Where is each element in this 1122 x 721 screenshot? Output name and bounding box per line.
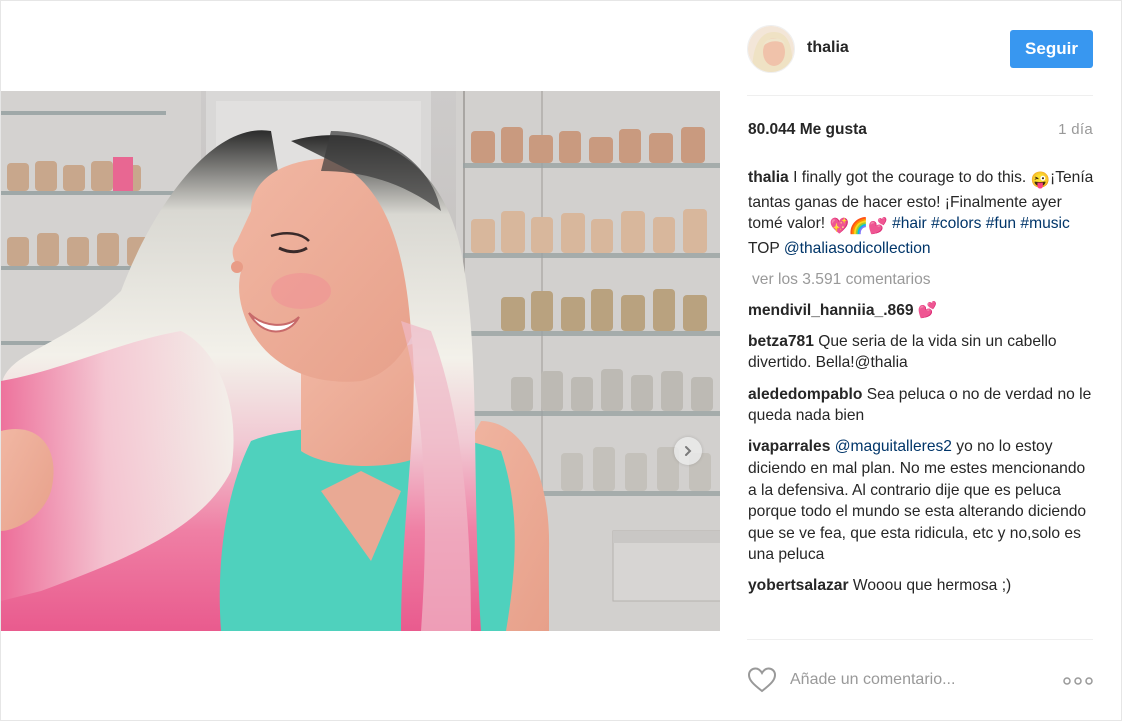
chevron-right-icon <box>682 445 694 457</box>
comment-item: betza781 Que seria de la vida sin un cab… <box>748 331 1098 374</box>
comment-text: 💕 <box>913 301 938 319</box>
caption-text-1: I finally got the courage to do this. <box>788 169 1031 186</box>
comment-username[interactable]: yobertsalazar <box>748 577 849 594</box>
comment-username[interactable]: alededompablo <box>748 386 862 403</box>
post-header: thalia Seguir <box>721 1 1122 96</box>
view-all-comments[interactable]: ver los 3.591 comentarios <box>748 269 1098 291</box>
post-photo[interactable] <box>1 91 720 631</box>
caption: thalia I finally got the courage to do t… <box>748 167 1098 259</box>
post-card: thalia Seguir 80.044 Me gusta 1 día thal… <box>0 0 1122 721</box>
avatar[interactable] <box>747 25 795 73</box>
mention-link[interactable]: @thaliasodicollection <box>784 240 931 257</box>
comment-item: mendivil_hanniia_.869 💕 <box>748 300 1098 322</box>
comment-username[interactable]: ivaparrales <box>748 438 830 455</box>
caption-username[interactable]: thalia <box>748 169 789 186</box>
comment-item: alededompablo Sea peluca o no de verdad … <box>748 384 1098 427</box>
hashtag-music[interactable]: #music <box>1020 215 1069 232</box>
comments-list: thalia I finally got the courage to do t… <box>748 167 1098 607</box>
likes-count[interactable]: 80.044 Me gusta <box>748 121 867 139</box>
comment-username[interactable]: mendivil_hanniia_.869 <box>748 302 914 319</box>
hashtag-hair[interactable]: #hair <box>892 215 927 232</box>
comment-item: ivaparrales @maguitalleres2 yo no lo est… <box>748 436 1098 566</box>
more-options-icon[interactable] <box>1063 674 1093 686</box>
add-comment-bar <box>747 665 1093 695</box>
caption-text-3: TOP <box>748 239 784 257</box>
comments-divider <box>747 639 1093 640</box>
caption-emoji-2: 💖🌈💕 <box>829 218 888 236</box>
comment-item: yobertsalazar Wooou que hermosa ;) <box>748 575 1098 597</box>
comment-mention[interactable]: @maguitalleres2 <box>835 438 952 455</box>
header-divider <box>747 95 1093 96</box>
username[interactable]: thalia <box>807 39 849 57</box>
hashtag-fun[interactable]: #fun <box>986 215 1016 232</box>
comment-username[interactable]: betza781 <box>748 333 814 350</box>
heart-icon[interactable] <box>747 666 777 694</box>
comment-text: Wooou que hermosa ;) <box>848 577 1012 595</box>
post-sidebar: thalia Seguir 80.044 Me gusta 1 día thal… <box>721 1 1122 721</box>
follow-button[interactable]: Seguir <box>1010 30 1093 68</box>
comment-input[interactable] <box>790 669 1050 691</box>
comment-text: yo no lo estoy diciendo en mal plan. No … <box>748 438 1087 564</box>
caption-emoji-1: 😜 <box>1030 172 1051 189</box>
next-photo-button[interactable] <box>674 437 702 465</box>
hashtag-colors[interactable]: #colors <box>931 215 981 232</box>
post-time[interactable]: 1 día <box>1058 121 1093 138</box>
